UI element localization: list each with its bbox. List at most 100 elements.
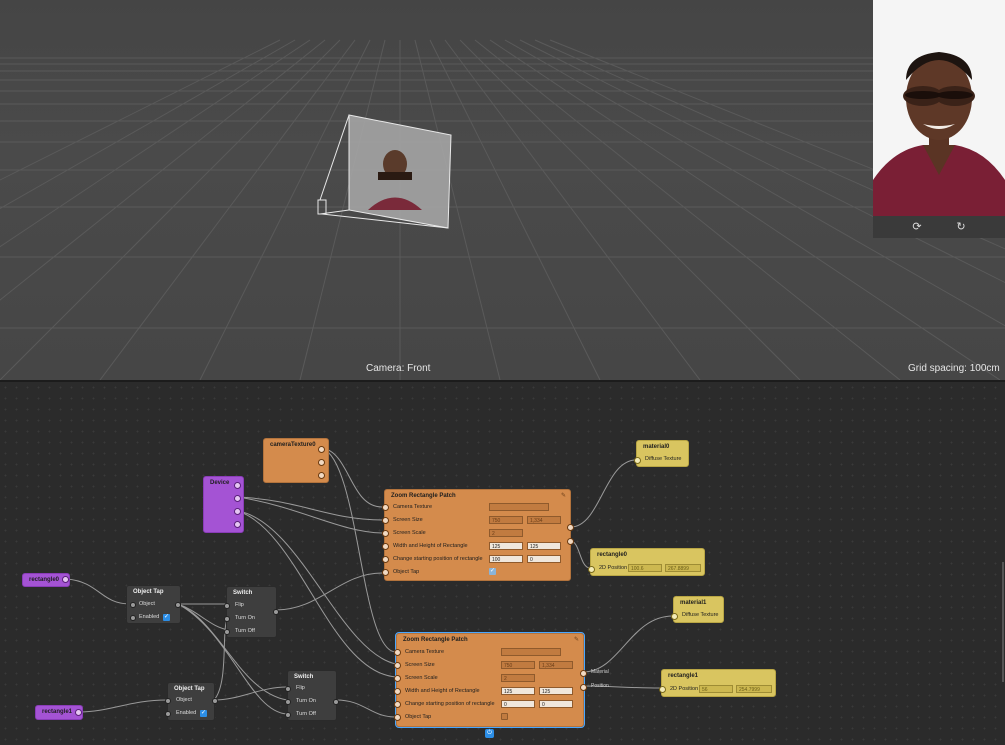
rectangle1-position-node[interactable]: rectangle1 2D Position 56 254.7999 [659,669,776,697]
position-x-field[interactable]: 56 [699,685,733,693]
position-y-field[interactable]: 267.8899 [665,564,701,572]
object-tap-node[interactable]: Object Tap Object Enabled ✓ [165,682,218,721]
input-port[interactable] [224,616,230,622]
screen-scale-field[interactable]: 2 [489,529,523,537]
node-title: material1 [680,600,707,606]
camera-texture-node[interactable]: cameraTexture0 [263,438,329,483]
rotate-device-icon[interactable]: ↻ [953,219,969,235]
input-port[interactable] [382,530,389,537]
input-port[interactable] [285,699,291,705]
width-field[interactable]: 125 [489,542,523,550]
enabled-checkbox[interactable]: ✓ [163,614,170,621]
input-port[interactable] [165,711,171,717]
output-port[interactable] [234,521,241,528]
material1-node[interactable]: material1 Diffuse Texture [671,596,724,623]
edit-icon[interactable]: ✎ [561,492,566,499]
output-port[interactable] [175,602,181,608]
input-port[interactable] [588,566,595,573]
input-port[interactable] [394,701,401,708]
height-field[interactable]: 125 [539,687,573,695]
height-field[interactable]: 125 [527,542,561,550]
input-port[interactable] [394,675,401,682]
diffuse-texture-label: Diffuse Texture [645,456,682,462]
start-y-field[interactable]: 0 [527,555,561,563]
input-port[interactable] [130,615,136,621]
object-tap-label: Object Tap [405,714,432,720]
output-port[interactable] [234,495,241,502]
input-port[interactable] [224,603,230,609]
simulator-preview[interactable]: ⟳ ↻ [873,0,1005,238]
screen-size-width-field[interactable]: 750 [501,661,535,669]
start-x-field[interactable]: 100 [489,555,523,563]
input-port[interactable] [165,698,171,704]
switch-node[interactable]: Switch Flip Turn On Turn Off [285,670,339,721]
input-port[interactable] [382,569,389,576]
screen-size-height-field[interactable]: 1,334 [527,516,561,524]
width-height-label: Width and Height of Rectangle [393,543,468,549]
input-port[interactable] [634,457,641,464]
object-tap-node[interactable]: Object Tap Object Enabled ✓ [126,585,181,624]
output-port[interactable] [273,609,279,615]
output-port[interactable] [75,709,82,716]
camera-texture-field[interactable] [501,648,561,656]
output-port[interactable] [234,508,241,515]
input-port[interactable] [671,613,678,620]
output-port[interactable] [580,670,587,677]
rectangle1-object-node[interactable]: rectangle1 [35,705,83,720]
input-port[interactable] [394,662,401,669]
enabled-checkbox[interactable]: ✓ [200,710,207,717]
device-node[interactable]: Device [203,476,244,533]
input-port[interactable] [382,543,389,550]
input-port[interactable] [382,504,389,511]
node-title: Switch [294,674,314,680]
input-port[interactable] [382,556,389,563]
output-port[interactable] [62,576,69,583]
edit-icon[interactable]: ✎ [574,636,579,643]
output-port[interactable] [567,538,574,545]
editor-scrollbar[interactable] [1002,562,1004,682]
node-title: rectangle1 [668,673,699,679]
position-x-field[interactable]: 100.6 [628,564,662,572]
material0-node[interactable]: material0 Diffuse Texture [634,440,689,467]
input-port[interactable] [394,688,401,695]
input-port[interactable] [659,686,666,693]
node-title: cameraTexture0 [270,442,316,448]
input-port[interactable] [285,712,291,718]
rectangle0-position-node[interactable]: rectangle0 2D Position 100.6 267.8899 [588,548,705,576]
patch-editor[interactable]: cameraTexture0 Device rectangle0 rectang… [0,382,1005,745]
object-tap-checkbox[interactable] [501,713,508,720]
output-port[interactable] [580,684,587,691]
switch-node[interactable]: Switch Flip Turn On Turn Off [224,586,279,638]
camera-switch-icon[interactable]: ⟳ [909,219,925,235]
input-port[interactable] [224,629,230,635]
scene-viewport[interactable]: Camera: Front Grid spacing: 100cm ⟳ ↻ [0,0,1005,380]
screen-scale-field[interactable]: 2 [501,674,535,682]
camera-texture-field[interactable] [489,503,549,511]
output-port[interactable] [234,482,241,489]
position-y-field[interactable]: 254.7999 [736,685,772,693]
input-port[interactable] [394,714,401,721]
zoom-rectangle-patch-selected[interactable]: Zoom Rectangle Patch ✎ Camera Texture Sc… [394,632,587,728]
zoom-rectangle-patch[interactable]: Zoom Rectangle Patch ✎ Camera Texture Sc… [382,489,574,581]
input-port[interactable] [382,517,389,524]
output-port[interactable] [318,472,325,479]
output-port[interactable] [212,698,218,704]
output-port[interactable] [333,699,339,705]
output-port[interactable] [567,524,574,531]
output-port[interactable] [318,446,325,453]
input-port[interactable] [285,686,291,692]
width-height-label: Width and Height of Rectangle [405,688,480,694]
input-port[interactable] [394,649,401,656]
object-tap-checkbox[interactable]: ✓ [489,568,496,575]
output-port[interactable] [318,459,325,466]
screen-size-width-field[interactable]: 750 [489,516,523,524]
width-field[interactable]: 125 [501,687,535,695]
camera-texture-label: Camera Texture [393,504,433,510]
start-x-field[interactable]: 0 [501,700,535,708]
rectangle0-object-node[interactable]: rectangle0 [22,573,70,587]
selection-handle-icon[interactable]: ⏻ [485,729,494,738]
input-port[interactable] [130,602,136,608]
start-y-field[interactable]: 0 [539,700,573,708]
screen-size-height-field[interactable]: 1,334 [539,661,573,669]
node-title: Device [210,480,230,486]
